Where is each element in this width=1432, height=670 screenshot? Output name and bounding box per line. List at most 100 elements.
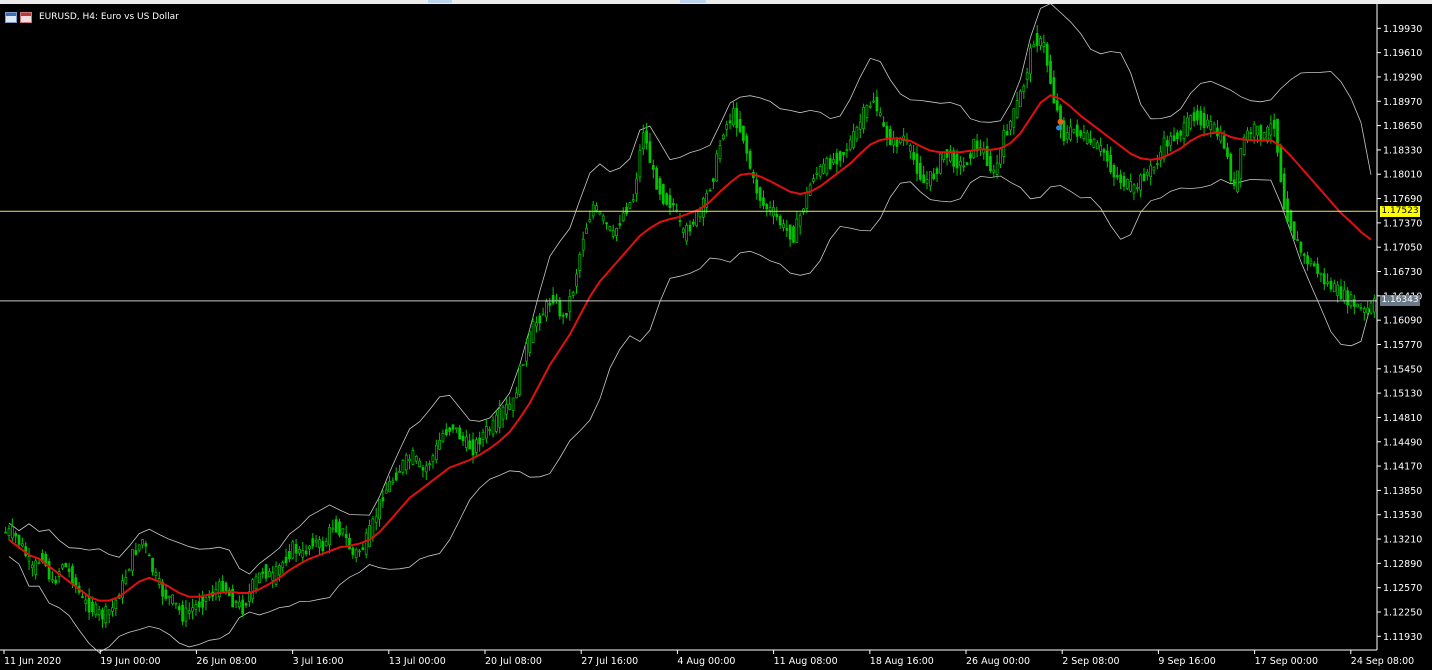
candle-body xyxy=(965,162,969,165)
candle-body xyxy=(882,122,885,127)
candle-body xyxy=(104,606,108,623)
candle-body xyxy=(234,601,238,603)
ask-price-label: 1.16343 xyxy=(1380,295,1420,307)
candle-body xyxy=(1229,153,1233,182)
candle-body xyxy=(97,609,101,615)
candle-body xyxy=(718,145,722,160)
symbol-flag-icon[interactable] xyxy=(20,11,32,23)
candle-body xyxy=(585,227,588,234)
candle-body xyxy=(498,408,502,428)
candle-body xyxy=(384,489,388,494)
candle-body xyxy=(1332,283,1336,293)
price-tick-label: 1.14170 xyxy=(1383,462,1422,473)
candle-body xyxy=(842,152,845,155)
candle-body xyxy=(888,128,892,146)
candle-body xyxy=(418,460,421,467)
candle-body xyxy=(735,107,739,129)
candle-body xyxy=(1092,138,1096,148)
candle-body xyxy=(1132,184,1136,194)
candle-body xyxy=(431,455,435,463)
candle-body xyxy=(1139,174,1143,191)
moving-average-line xyxy=(8,94,1372,602)
candle-body xyxy=(912,152,916,160)
candle-body xyxy=(244,603,248,606)
candle-body xyxy=(4,531,8,534)
candle-body xyxy=(1122,176,1126,187)
candle-body xyxy=(1169,135,1173,146)
candle-body xyxy=(495,414,498,432)
candle-body xyxy=(308,545,311,550)
candle-body xyxy=(201,596,204,608)
price-tick-label: 1.17690 xyxy=(1383,194,1422,205)
candle-body xyxy=(344,533,348,539)
candle-body xyxy=(268,571,271,577)
candle-body xyxy=(732,108,735,126)
candle-body xyxy=(1212,123,1216,133)
candle-body xyxy=(625,207,628,214)
candle-body xyxy=(838,151,842,161)
candle-body xyxy=(481,431,485,440)
candle-body xyxy=(1115,175,1119,178)
candle-body xyxy=(1292,221,1296,240)
candle-body xyxy=(822,163,825,174)
candle-body xyxy=(271,572,275,581)
candle-body xyxy=(755,179,759,194)
candle-body xyxy=(1319,272,1323,275)
price-tick-label: 1.13850 xyxy=(1383,486,1422,497)
candle-body xyxy=(788,224,792,240)
candle-body xyxy=(762,197,765,206)
chart-window[interactable]: 1.19930 1.19610 1.19290 1.18970 1.18650 1.183… xyxy=(0,4,1432,670)
chart-window-icon[interactable] xyxy=(5,11,17,23)
candle-body xyxy=(548,302,552,306)
candle-body xyxy=(1286,198,1289,223)
candle-body xyxy=(1279,144,1283,183)
price-chart[interactable]: 1.19930 1.19610 1.19290 1.18970 1.18650 1.183… xyxy=(0,4,1432,670)
candle-body xyxy=(1015,100,1019,119)
chart-title: EURUSD, H4: Euro vs US Dollar xyxy=(39,12,179,22)
candle-body xyxy=(575,273,578,287)
candle-body xyxy=(765,204,769,210)
candle-body xyxy=(989,156,992,172)
candle-body xyxy=(875,96,879,112)
candle-body xyxy=(475,439,478,453)
candle-body xyxy=(408,458,411,462)
candle-body xyxy=(21,543,24,547)
candle-body xyxy=(258,572,261,584)
candle-body xyxy=(812,178,815,182)
candle-body xyxy=(568,296,572,313)
candle-body xyxy=(64,562,68,568)
candle-body xyxy=(401,459,405,473)
candle-body xyxy=(81,596,84,598)
candle-body xyxy=(1082,132,1086,140)
candle-body xyxy=(558,299,562,317)
candle-body xyxy=(468,440,472,450)
candle-body xyxy=(464,436,468,448)
candle-body xyxy=(1166,140,1169,147)
candle-body xyxy=(67,568,71,572)
toolbar-tab[interactable] xyxy=(428,0,452,3)
candle-body xyxy=(304,550,308,555)
candle-body xyxy=(71,566,74,585)
candle-body xyxy=(394,472,398,481)
candle-body xyxy=(438,440,441,450)
candle-body xyxy=(655,168,658,190)
candle-body xyxy=(1099,145,1102,152)
candle-body xyxy=(1182,122,1186,139)
candle-body xyxy=(27,556,31,562)
price-tick-label: 1.18970 xyxy=(1383,97,1422,108)
candle-body xyxy=(1342,289,1346,301)
candle-body xyxy=(338,521,341,536)
candle-body xyxy=(691,221,695,225)
candle-body xyxy=(1119,174,1122,184)
candle-body xyxy=(515,392,518,399)
candle-body xyxy=(1312,263,1316,267)
candle-body xyxy=(665,193,668,205)
price-tick-label: 1.17050 xyxy=(1383,243,1422,254)
candle-body xyxy=(291,541,295,559)
candle-body xyxy=(1206,119,1209,127)
candle-body xyxy=(778,216,782,226)
candle-body xyxy=(10,526,14,539)
price-tick-label: 1.14490 xyxy=(1383,437,1422,448)
candle-body xyxy=(1035,32,1039,46)
toolbar-tab[interactable] xyxy=(680,0,706,3)
